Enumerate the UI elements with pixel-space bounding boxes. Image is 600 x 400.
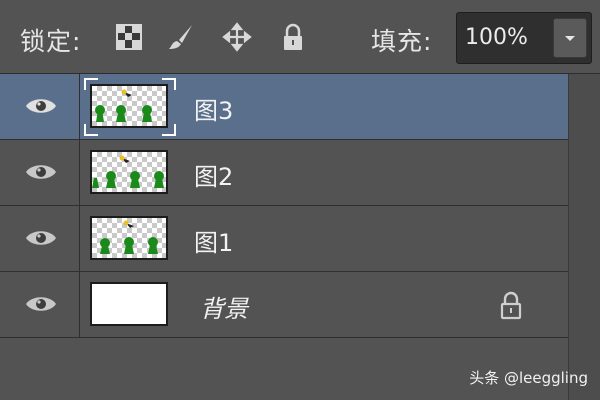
fill-dropdown-button[interactable] <box>553 18 587 58</box>
visibility-cell[interactable] <box>0 272 80 337</box>
chevron-down-icon <box>565 36 575 41</box>
fill-value[interactable]: 100% <box>465 25 528 50</box>
thumbnail-art <box>92 155 164 188</box>
thumbnail-art <box>95 89 152 122</box>
watermark: 头条 @leeggling <box>469 369 588 387</box>
layer-row[interactable]: 图3 <box>0 74 568 140</box>
eye-icon[interactable] <box>24 227 58 249</box>
visibility-cell[interactable] <box>0 140 80 205</box>
layer-name[interactable]: 图1 <box>194 223 233 258</box>
layers-list: 图3 图2 图1 背景 <box>0 74 568 338</box>
lock-image-pixels-icon[interactable] <box>166 22 196 52</box>
layer-row[interactable]: 图1 <box>0 206 568 272</box>
fill-opacity-field[interactable]: 100% <box>456 12 592 64</box>
layer-options-bar: 锁定: 填充: 100% <box>0 0 600 74</box>
lock-all-icon[interactable] <box>278 22 308 52</box>
lock-icon <box>500 291 522 320</box>
layer-name[interactable]: 图2 <box>194 157 233 192</box>
visibility-cell[interactable] <box>0 74 80 139</box>
layer-thumbnail <box>90 282 168 326</box>
layer-thumbnail <box>90 84 168 128</box>
lock-label: 锁定: <box>20 27 82 56</box>
scrollbar-track[interactable] <box>568 74 600 400</box>
layer-row[interactable]: 背景 <box>0 272 568 338</box>
layer-name[interactable]: 图3 <box>194 91 233 126</box>
lock-position-icon[interactable] <box>222 22 252 52</box>
layer-thumbnail <box>90 150 168 194</box>
layer-name[interactable]: 背景 <box>200 289 248 324</box>
visibility-cell[interactable] <box>0 206 80 271</box>
layer-row[interactable]: 图2 <box>0 140 568 206</box>
eye-icon[interactable] <box>24 161 58 183</box>
layer-thumbnail <box>90 216 168 260</box>
lock-transparent-pixels-icon[interactable] <box>114 22 144 52</box>
thumbnail-art <box>100 220 158 254</box>
eye-icon[interactable] <box>24 95 58 117</box>
eye-icon[interactable] <box>24 293 58 315</box>
fill-label: 填充: <box>371 27 433 56</box>
